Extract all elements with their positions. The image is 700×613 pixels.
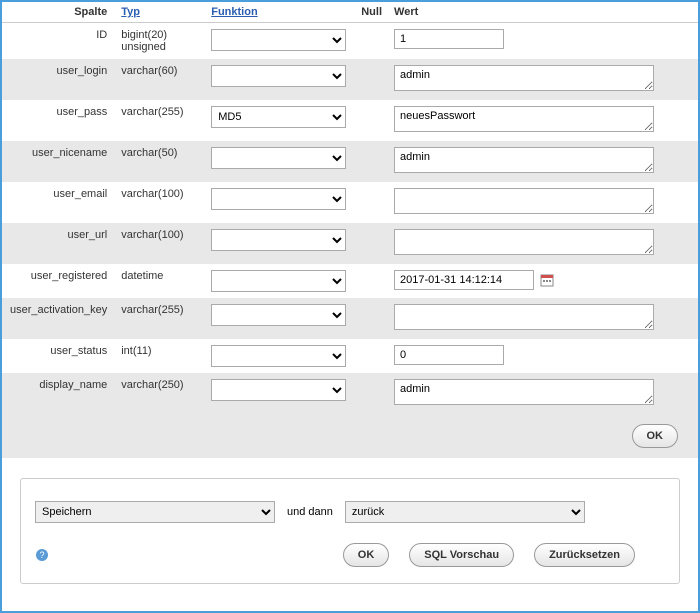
function-select[interactable]: [211, 147, 346, 169]
null-cell: [355, 298, 388, 339]
column-type: varchar(250): [115, 373, 205, 414]
field-row-user_login: user_loginvarchar(60): [2, 59, 698, 100]
bottom-panel: Speichern und dann zurück ? OK SQL Vorsc…: [20, 478, 680, 584]
edit-fields-table: Spalte Typ Funktion Null Wert IDbigint(2…: [2, 2, 698, 414]
field-row-user_email: user_emailvarchar(100): [2, 182, 698, 223]
field-row-display_name: display_namevarchar(250): [2, 373, 698, 414]
value-textarea[interactable]: [394, 304, 654, 330]
then-action-select[interactable]: zurück: [345, 501, 585, 523]
value-input[interactable]: [394, 270, 534, 290]
value-textarea[interactable]: [394, 229, 654, 255]
column-type: varchar(255): [115, 298, 205, 339]
null-cell: [355, 264, 388, 298]
value-textarea[interactable]: [394, 106, 654, 132]
column-type: varchar(50): [115, 141, 205, 182]
function-select[interactable]: [211, 304, 346, 326]
field-row-user_activation_key: user_activation_keyvarchar(255): [2, 298, 698, 339]
null-cell: [355, 223, 388, 264]
column-name: user_status: [2, 339, 115, 373]
field-row-user_status: user_statusint(11): [2, 339, 698, 373]
column-type: varchar(255): [115, 100, 205, 141]
null-cell: [355, 339, 388, 373]
field-row-user_nicename: user_nicenamevarchar(50): [2, 141, 698, 182]
null-cell: [355, 23, 388, 60]
calendar-icon[interactable]: [540, 273, 554, 287]
function-select[interactable]: MD5: [211, 106, 346, 128]
ok-button-bottom[interactable]: OK: [343, 543, 390, 567]
function-select[interactable]: [211, 29, 346, 51]
value-input[interactable]: [394, 345, 504, 365]
field-row-ID: IDbigint(20) unsigned: [2, 23, 698, 60]
column-type: varchar(100): [115, 182, 205, 223]
column-type: bigint(20) unsigned: [115, 23, 205, 60]
null-cell: [355, 182, 388, 223]
field-row-user_url: user_urlvarchar(100): [2, 223, 698, 264]
save-action-select[interactable]: Speichern: [35, 501, 275, 523]
null-cell: [355, 100, 388, 141]
null-cell: [355, 373, 388, 414]
column-name: user_activation_key: [2, 298, 115, 339]
function-select[interactable]: [211, 229, 346, 251]
value-input[interactable]: [394, 29, 504, 49]
header-spalte: Spalte: [2, 2, 115, 23]
header-wert: Wert: [388, 2, 698, 23]
column-name: user_registered: [2, 264, 115, 298]
column-name: display_name: [2, 373, 115, 414]
column-name: user_url: [2, 223, 115, 264]
value-textarea[interactable]: [394, 379, 654, 405]
help-icon[interactable]: ?: [35, 548, 49, 562]
sql-preview-button[interactable]: SQL Vorschau: [409, 543, 514, 567]
column-type: datetime: [115, 264, 205, 298]
null-cell: [355, 59, 388, 100]
null-cell: [355, 141, 388, 182]
column-name: user_nicename: [2, 141, 115, 182]
svg-text:?: ?: [39, 550, 44, 560]
column-type: varchar(100): [115, 223, 205, 264]
header-null: Null: [355, 2, 388, 23]
function-select[interactable]: [211, 345, 346, 367]
column-name: user_pass: [2, 100, 115, 141]
ok-row: OK: [2, 414, 698, 458]
reset-button[interactable]: Zurücksetzen: [534, 543, 635, 567]
function-select[interactable]: [211, 188, 346, 210]
ok-button[interactable]: OK: [632, 424, 679, 448]
function-select[interactable]: [211, 379, 346, 401]
und-dann-label: und dann: [287, 506, 333, 518]
column-type: int(11): [115, 339, 205, 373]
value-textarea[interactable]: [394, 188, 654, 214]
column-name: ID: [2, 23, 115, 60]
value-textarea[interactable]: [394, 65, 654, 91]
column-name: user_email: [2, 182, 115, 223]
column-name: user_login: [2, 59, 115, 100]
header-typ[interactable]: Typ: [115, 2, 205, 23]
value-textarea[interactable]: [394, 147, 654, 173]
function-select[interactable]: [211, 65, 346, 87]
field-row-user_pass: user_passvarchar(255) MD5: [2, 100, 698, 141]
header-funktion[interactable]: Funktion: [205, 2, 355, 23]
field-row-user_registered: user_registereddatetime: [2, 264, 698, 298]
function-select[interactable]: [211, 270, 346, 292]
column-type: varchar(60): [115, 59, 205, 100]
